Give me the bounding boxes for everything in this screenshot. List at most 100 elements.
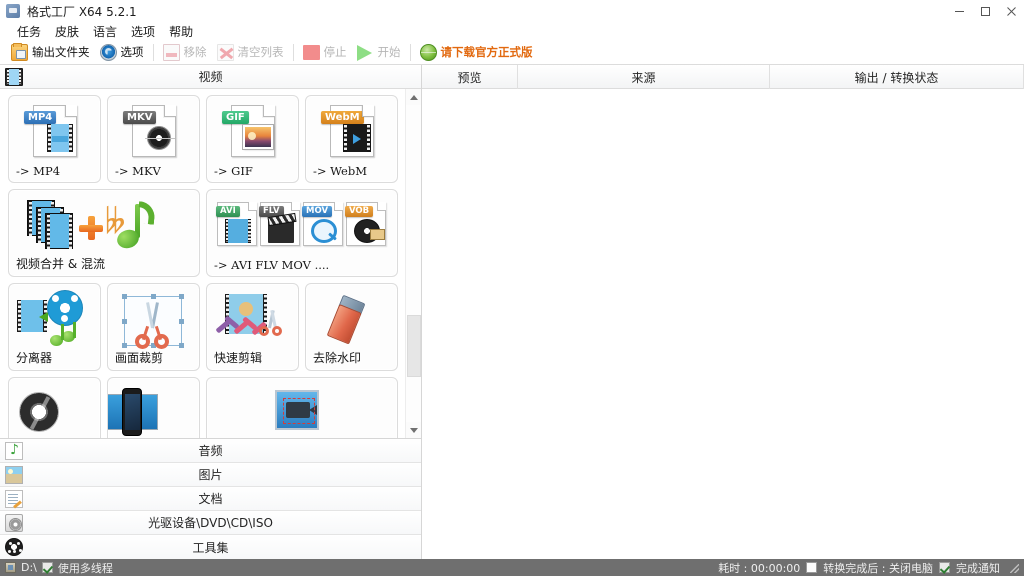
tile-mkv[interactable]: MKV -> MKV <box>107 95 200 183</box>
close-button[interactable] <box>998 0 1024 22</box>
column-preview[interactable]: 预览 <box>422 65 518 89</box>
maximize-icon <box>981 7 990 16</box>
file-page-art: MP4 <box>33 105 77 157</box>
tile-label: 画面裁剪 <box>115 349 163 366</box>
tile-crop[interactable]: 画面裁剪 <box>107 283 200 371</box>
codec-card-avi: AVI <box>217 202 257 246</box>
main-body: 视频 MP4 -> MP4 MKV <box>0 65 1024 559</box>
film-reel-icon <box>354 219 380 243</box>
multithread-label: 使用多线程 <box>58 560 113 576</box>
start-button[interactable]: 开始 <box>352 41 406 63</box>
photo-icon <box>243 125 273 149</box>
category-audio[interactable]: 音频 <box>0 439 421 463</box>
scissors-icon <box>259 314 285 340</box>
file-page-art: WebM <box>330 105 374 157</box>
category-toolset[interactable]: 工具集 <box>0 535 421 559</box>
remove-label: 移除 <box>184 44 207 60</box>
tile-webm[interactable]: WebM -> WebM <box>305 95 398 183</box>
tile-separator[interactable]: 分离器 <box>8 283 101 371</box>
download-official-label: 请下载官方正式版 <box>441 44 533 60</box>
elapsed-time-label: 耗时 : 00:00:00 <box>718 560 800 576</box>
options-button[interactable]: 选项 <box>95 41 149 63</box>
column-source[interactable]: 来源 <box>518 65 770 89</box>
tile-merge-mux[interactable]: 𝄫 视频合并 & 混流 <box>8 189 200 277</box>
stop-button[interactable]: 停止 <box>298 41 352 63</box>
person-icon <box>239 302 253 316</box>
category-optical-drive[interactable]: 光驱设备\DVD\CD\ISO <box>0 511 421 535</box>
file-page-art: GIF <box>231 105 275 157</box>
tile-mobile-device[interactable] <box>107 377 200 438</box>
category-label: 工具集 <box>0 539 421 556</box>
tile-label: 快速剪辑 <box>214 349 262 366</box>
scroll-down-button[interactable] <box>406 422 422 438</box>
scissors-icon <box>130 302 174 346</box>
resize-grip-icon[interactable] <box>1008 562 1020 574</box>
menu-language[interactable]: 语言 <box>86 22 124 41</box>
menu-options[interactable]: 选项 <box>124 22 162 41</box>
category-image[interactable]: 图片 <box>0 463 421 487</box>
tile-mp4[interactable]: MP4 -> MP4 <box>8 95 101 183</box>
tile-scroll-area: MP4 -> MP4 MKV -> MKV <box>0 89 421 438</box>
column-output-status[interactable]: 输出 / 转换状态 <box>770 65 1024 89</box>
shutdown-label: 转换完成后 : 关闭电脑 <box>823 560 933 576</box>
minimize-icon <box>955 11 964 12</box>
category-document[interactable]: 文档 <box>0 487 421 511</box>
menu-help[interactable]: 帮助 <box>162 22 200 41</box>
status-right-group: 耗时 : 00:00:00 转换完成后 : 关闭电脑 完成通知 <box>718 560 1020 576</box>
category-header-label: 视频 <box>0 68 421 85</box>
download-official-button[interactable]: 请下载官方正式版 <box>415 41 538 63</box>
phone-tablet-icon <box>107 388 158 436</box>
task-table-body[interactable] <box>422 89 1024 559</box>
output-folder-button[interactable]: 输出文件夹 <box>6 41 95 63</box>
tile-remove-watermark[interactable]: 去除水印 <box>305 283 398 371</box>
format-badge: MP4 <box>24 111 56 124</box>
disc-icon <box>19 392 59 432</box>
toolbar: 输出文件夹 选项 移除 清空列表 停止 开始 请下载官方正式版 <box>0 40 1024 65</box>
notify-checkbox[interactable] <box>939 562 950 573</box>
tile-scrollbar[interactable] <box>405 89 421 438</box>
screen-capture-icon <box>275 390 319 430</box>
multithread-checkbox[interactable] <box>42 562 53 573</box>
options-label: 选项 <box>121 44 144 60</box>
clear-list-button[interactable]: 清空列表 <box>212 41 289 63</box>
window-controls <box>946 0 1024 22</box>
minimize-button[interactable] <box>946 0 972 22</box>
scroll-up-button[interactable] <box>406 89 422 105</box>
category-header-video[interactable]: 视频 <box>0 65 421 89</box>
category-list: 音频 图片 文档 光驱设备\DVD\CD\ISO 工具集 <box>0 438 421 559</box>
tile-label: -> MKV <box>115 164 161 178</box>
scroll-track[interactable] <box>406 105 422 422</box>
menu-skin[interactable]: 皮肤 <box>48 22 86 41</box>
task-list-panel: 预览 来源 输出 / 转换状态 <box>422 65 1024 559</box>
close-icon <box>1007 7 1016 16</box>
stop-label: 停止 <box>324 44 347 60</box>
remove-button[interactable]: 移除 <box>158 41 212 63</box>
output-folder-label: 输出文件夹 <box>32 44 90 60</box>
clear-list-label: 清空列表 <box>238 44 284 60</box>
tile-device-preset[interactable] <box>8 377 101 438</box>
scroll-thumb[interactable] <box>407 315 421 377</box>
film-reel-icon <box>47 290 83 326</box>
film-play-icon <box>343 124 371 152</box>
codec-cards: AVI FLV MOV <box>217 202 386 246</box>
format-badge: WebM <box>321 111 364 124</box>
tile-label: -> MP4 <box>16 164 60 178</box>
category-label: 音频 <box>0 442 421 459</box>
file-page-art: MKV <box>132 105 176 157</box>
left-panel: 视频 MP4 -> MP4 MKV <box>0 65 422 559</box>
notify-label: 完成通知 <box>956 560 1000 576</box>
tile-quick-edit[interactable]: 快速剪辑 <box>206 283 299 371</box>
tile-label: 视频合并 & 混流 <box>16 255 105 272</box>
tile-avi-flv-mov[interactable]: AVI FLV MOV <box>206 189 398 277</box>
shutdown-checkbox[interactable] <box>806 562 817 573</box>
codec-card-flv: FLV <box>260 202 300 246</box>
codec-badge: MOV <box>302 206 332 217</box>
output-folder-icon <box>11 44 28 61</box>
maximize-button[interactable] <box>972 0 998 22</box>
codec-card-vob: VOB <box>346 202 386 246</box>
menu-tasks[interactable]: 任务 <box>10 22 48 41</box>
category-label: 文档 <box>0 490 421 507</box>
tile-gif[interactable]: GIF -> GIF <box>206 95 299 183</box>
tile-screen-recorder[interactable] <box>206 377 398 438</box>
eraser-icon <box>327 295 368 346</box>
